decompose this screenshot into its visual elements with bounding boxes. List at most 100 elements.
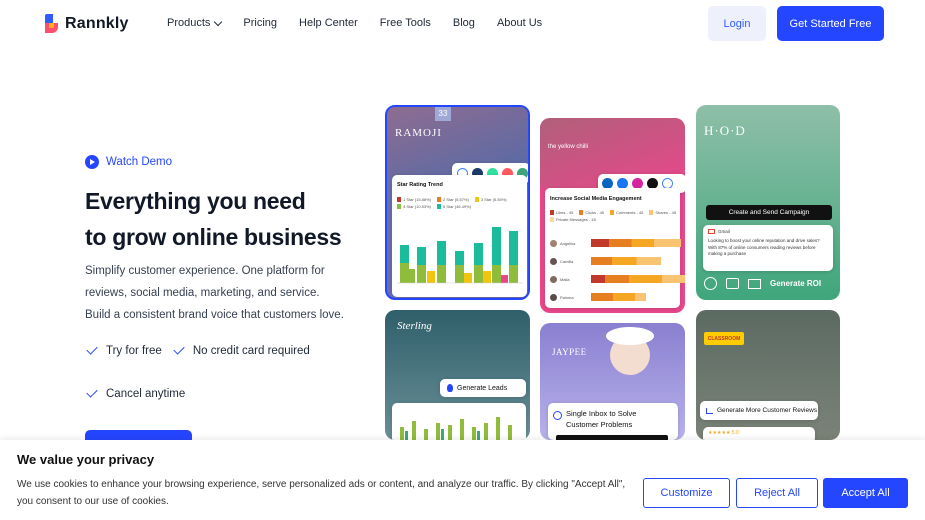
subtext-line-1: Simplify customer experience. One platfo…	[85, 265, 325, 277]
chart-title: Star Rating Trend	[397, 182, 443, 188]
generate-leads-badge: Generate Leads	[440, 379, 526, 397]
page: Rannkly Products Pricing Help Center Fre…	[0, 0, 925, 520]
social-engagement-card: the yellow chilli Increase Social Media …	[540, 118, 685, 313]
brand-name: Rannkly	[65, 14, 129, 32]
engagement-bar	[591, 257, 661, 265]
nav-item-label: Blog	[452, 17, 475, 29]
nav-item-label: About Us	[496, 17, 543, 29]
gmail-icon	[708, 229, 715, 234]
card-badge: 33	[435, 107, 451, 121]
legend-item: 5 Star (46.49%)	[437, 204, 471, 209]
chart-legend: Likes - 45 Clicks - 45 Comments - 45 Sha…	[550, 210, 678, 222]
subtext-line-2: reviews, social media, marketing, and se…	[85, 287, 320, 299]
star-rating-card: RAMOJI 33 Star Rating Trend 1 Star (15.8…	[385, 105, 530, 300]
card-brand: JAYPEE	[552, 347, 587, 357]
person-name: Paloma	[560, 294, 574, 300]
legend-item: Clicks - 45	[579, 210, 604, 215]
legend-item: Likes - 45	[550, 210, 573, 215]
avatar	[550, 257, 557, 265]
nav-item-help-center[interactable]: Help Center	[299, 17, 358, 29]
list-item: Camilla	[550, 252, 685, 270]
bar-chart-icon	[706, 407, 713, 414]
cookie-banner: We value your privacy We use cookies to …	[0, 440, 925, 520]
card-brand: the yellow chilli	[548, 144, 589, 150]
mail-icon	[748, 278, 761, 289]
feature-no-card: No credit card required	[192, 344, 310, 357]
badge-label: Generate Leads	[457, 384, 508, 392]
chart-title: Increase Social Media Engagement	[550, 196, 642, 202]
cookie-text: We use cookies to enhance your browsing …	[17, 479, 626, 507]
avatar	[550, 275, 557, 283]
card-brand: CLASSROOM	[704, 332, 744, 345]
feature-try-free: Try for free	[106, 344, 162, 357]
watch-demo-link[interactable]: Watch Demo	[85, 155, 172, 169]
customer-reviews-card: CLASSROOM Generate More Customer Reviews…	[696, 310, 840, 440]
feature-row: Cancel anytime	[85, 387, 185, 400]
single-inbox-card: JAYPEE Single Inbox to Solve Customer Pr…	[540, 323, 685, 440]
person-name: Camilla	[560, 258, 574, 264]
reviews-badge: Generate More Customer Reviews	[700, 401, 818, 420]
gmail-label: Gmail	[718, 229, 730, 234]
feature-cancel-anytime: Cancel anytime	[106, 387, 186, 400]
person-name: Angelika	[560, 240, 576, 246]
avatar	[550, 239, 557, 247]
card-brand: H·O·D	[704, 123, 746, 138]
card-brand: Sterling	[397, 320, 432, 332]
nav-item-free-tools[interactable]: Free Tools	[380, 17, 431, 29]
nav-item-label: Free Tools	[379, 17, 431, 29]
watch-demo-label: Watch Demo	[106, 156, 173, 168]
top-nav: Rannkly Products Pricing Help Center Fre…	[0, 0, 925, 48]
legend-item: 4 Star (10.53%)	[397, 204, 431, 209]
nav-item-label: Products	[167, 17, 211, 29]
channel-row: Generate ROI	[704, 277, 821, 290]
legend-item: 3 Star (5.55%)	[474, 197, 507, 202]
list-item: Paloma	[550, 288, 685, 306]
cookie-title: We value your privacy	[17, 452, 155, 467]
hero-subtext: Simplify customer experience. One platfo…	[85, 260, 375, 326]
nav-item-products[interactable]: Products	[167, 17, 223, 29]
legend-item: Private Messages - 45	[550, 217, 596, 222]
card-brand: RAMOJI	[395, 127, 442, 139]
generate-leads-card: Sterling Generate Leads	[385, 310, 530, 440]
whatsapp-icon	[704, 277, 717, 290]
inbox-panel: Single Inbox to Solve Customer Problems	[548, 403, 678, 440]
sms-icon	[726, 278, 739, 289]
feature-row: Try for free No credit card required	[85, 344, 310, 357]
nav-item-about-us[interactable]: About Us	[497, 17, 542, 29]
get-started-button[interactable]: Get Started Free	[777, 6, 884, 41]
create-campaign-button[interactable]: Create and Send Campaign	[706, 205, 832, 220]
badge-label: Generate More Customer Reviews	[717, 407, 818, 414]
rannkly-logo-icon	[45, 14, 59, 33]
chef-hat	[606, 327, 654, 345]
headline-line-1: Everything you need	[85, 188, 306, 214]
legend-item: 1 Star (15.88%)	[397, 197, 431, 202]
rating-bar-chart	[397, 227, 523, 284]
reject-all-button[interactable]: Reject All	[736, 478, 818, 508]
nav-item-pricing[interactable]: Pricing	[243, 17, 277, 29]
nav-item-label: Pricing	[243, 17, 278, 29]
login-button[interactable]: Login	[708, 6, 766, 41]
generate-roi-label: Generate ROI	[770, 279, 822, 288]
customize-button[interactable]: Customize	[643, 478, 730, 508]
engagement-bar	[591, 239, 681, 247]
headline-line-2: to grow online business	[85, 224, 342, 250]
legend-item: 2 Star (5.57%)	[437, 197, 469, 202]
rating-chart-panel: Star Rating Trend 1 Star (15.88%) 2 Star…	[392, 175, 527, 297]
nav-links: Products Pricing Help Center Free Tools …	[167, 17, 564, 29]
avatar	[550, 293, 557, 301]
subtext-line-3: Build a consistent brand voice that cust…	[85, 309, 344, 321]
flame-icon	[447, 384, 453, 392]
brand-logo[interactable]: Rannkly	[45, 14, 129, 33]
accept-all-button[interactable]: Accept All	[823, 478, 908, 508]
engagement-bar	[591, 293, 646, 301]
email-preview: Gmail Looking to boost your online reput…	[703, 225, 833, 271]
nav-item-blog[interactable]: Blog	[453, 17, 475, 29]
chevron-down-icon	[214, 17, 223, 26]
legend-item: Comments - 45	[610, 210, 643, 215]
list-item: Malia	[550, 270, 685, 288]
play-icon	[85, 155, 99, 169]
hero-headline: Everything you need to grow online busin…	[85, 183, 385, 255]
leads-chart-panel	[392, 403, 526, 440]
leads-bar-chart	[400, 417, 512, 440]
chart-legend: 1 Star (15.88%) 2 Star (5.57%) 3 Star (5…	[397, 197, 522, 209]
